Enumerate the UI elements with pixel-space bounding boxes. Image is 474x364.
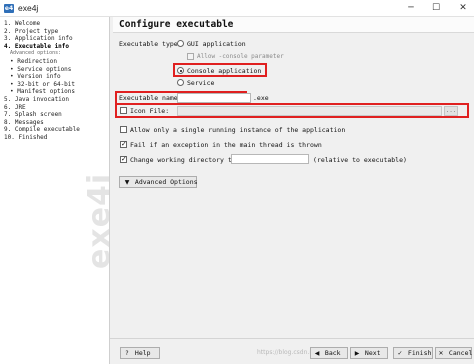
minimize-icon[interactable]: ─ bbox=[400, 2, 422, 15]
executable-name-label: Executable name: bbox=[119, 94, 182, 102]
gui-application-radio[interactable] bbox=[177, 40, 184, 47]
step-splash-screen[interactable]: 7. Splash screen bbox=[4, 111, 109, 119]
step-jre[interactable]: 6. JRE bbox=[4, 104, 109, 112]
steps-list: 1. Welcome 2. Project type 3. Applicatio… bbox=[4, 20, 109, 142]
help-icon: ? bbox=[125, 350, 129, 357]
fail-exception-checkbox[interactable] bbox=[120, 140, 127, 148]
window-title: exe4j bbox=[18, 3, 39, 13]
step-manifest-options[interactable]: • Manifest options bbox=[4, 88, 109, 96]
close-icon[interactable]: ✕ bbox=[452, 2, 474, 15]
exe-suffix-label: .exe bbox=[253, 94, 269, 102]
relative-to-executable-label: (relative to executable) bbox=[313, 156, 407, 164]
icon-file-label: Icon File: bbox=[130, 107, 170, 115]
cancel-label: Cancel bbox=[448, 349, 473, 357]
cancel-icon: ✕ bbox=[438, 350, 444, 357]
back-arrow-icon: ◀ bbox=[314, 350, 320, 357]
icon-file-input[interactable] bbox=[177, 106, 442, 116]
step-java-invocation[interactable]: 5. Java invocation bbox=[4, 96, 109, 104]
step-service-options[interactable]: • Service options bbox=[4, 66, 109, 74]
chevron-down-icon: ▼ bbox=[124, 179, 130, 186]
step-executable-info[interactable]: 4. Executable info bbox=[4, 43, 109, 51]
step-32-or-64-bit[interactable]: • 32-bit or 64-bit bbox=[4, 81, 109, 89]
console-application-label[interactable]: Console application bbox=[187, 67, 261, 75]
page-title: Configure executable bbox=[119, 19, 234, 30]
finish-button[interactable]: ✓ Finish bbox=[393, 347, 433, 359]
service-radio[interactable] bbox=[177, 79, 184, 86]
change-working-dir-checkbox[interactable] bbox=[120, 155, 127, 163]
icon-file-checkbox[interactable] bbox=[120, 107, 127, 114]
step-project-type[interactable]: 2. Project type bbox=[4, 28, 109, 36]
service-label[interactable]: Service bbox=[187, 79, 214, 87]
maximize-icon[interactable]: ☐ bbox=[425, 2, 447, 15]
sidebar-watermark-logo: exe4j bbox=[82, 172, 110, 269]
exe4j-app-icon: e4 bbox=[4, 4, 14, 13]
wizard-steps-sidebar: 1. Welcome 2. Project type 3. Applicatio… bbox=[0, 17, 110, 364]
advanced-options-caption: Advanced options: bbox=[10, 50, 62, 57]
next-arrow-icon: ▶ bbox=[354, 350, 360, 357]
finish-label: Finish bbox=[407, 349, 432, 357]
finish-check-icon: ✓ bbox=[397, 350, 403, 357]
step-redirection[interactable]: • Redirection bbox=[4, 58, 109, 66]
single-instance-label: Allow only a single running instance of … bbox=[130, 126, 346, 134]
next-label: Next bbox=[364, 349, 381, 357]
back-label: Back bbox=[324, 349, 341, 357]
fail-exception-label: Fail if an exception in the main thread … bbox=[130, 141, 322, 149]
help-label: Help bbox=[134, 349, 151, 357]
step-version-info[interactable]: • Version info bbox=[4, 73, 109, 81]
window-titlebar: e4 exe4j ─ ☐ ✕ bbox=[0, 0, 474, 17]
change-working-dir-label: Change working directory to: bbox=[130, 156, 240, 164]
back-button[interactable]: ◀ Back bbox=[310, 347, 348, 359]
next-button[interactable]: ▶ Next bbox=[350, 347, 388, 359]
advanced-options-button[interactable]: ▼ Advanced Options bbox=[119, 176, 198, 188]
cancel-button[interactable]: ✕ Cancel bbox=[435, 347, 472, 359]
step-finished[interactable]: 10. Finished bbox=[4, 134, 109, 142]
executable-config-form: Executable type: GUI application Allow -… bbox=[113, 33, 474, 333]
step-application-info[interactable]: 3. Application info bbox=[4, 35, 109, 43]
working-dir-input[interactable] bbox=[231, 154, 309, 164]
icon-file-browse-button[interactable]: ... bbox=[444, 106, 458, 116]
step-messages[interactable]: 8. Messages bbox=[4, 119, 109, 127]
advanced-options-label: Advanced Options bbox=[134, 178, 198, 186]
console-application-radio[interactable] bbox=[177, 67, 184, 74]
allow-console-checkbox[interactable] bbox=[187, 53, 194, 60]
help-button[interactable]: ? Help bbox=[120, 347, 160, 359]
gui-application-label[interactable]: GUI application bbox=[187, 40, 246, 48]
step-welcome[interactable]: 1. Welcome bbox=[4, 20, 109, 28]
allow-console-label: Allow -console parameter bbox=[197, 53, 284, 60]
executable-name-input[interactable] bbox=[177, 93, 251, 103]
step-compile-executable[interactable]: 9. Compile executable bbox=[4, 126, 109, 134]
page-heading-bar: Configure executable bbox=[113, 17, 474, 33]
executable-type-label: Executable type: bbox=[119, 40, 182, 48]
single-instance-checkbox[interactable] bbox=[120, 126, 127, 133]
